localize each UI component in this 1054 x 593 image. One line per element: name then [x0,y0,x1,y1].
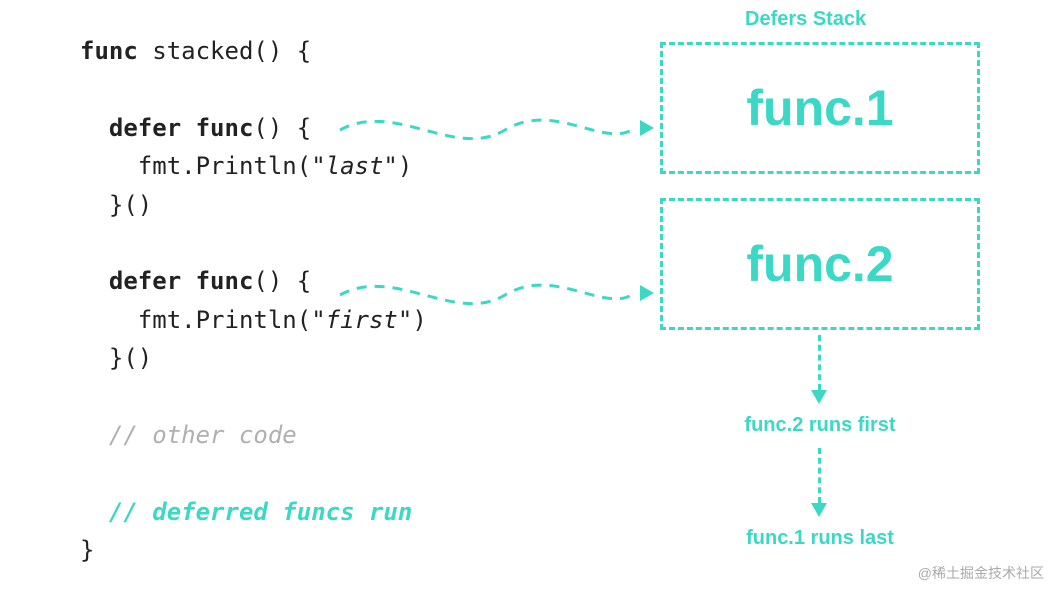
comment-other-code: // other code [80,421,297,449]
defer2-body-pre: fmt.Println( [80,306,311,334]
stack-item-func1: func.1 [746,79,893,137]
keyword-defer-1: defer func [109,114,254,142]
comment-deferred-run: // deferred funcs run [80,498,412,526]
stack-item-func2: func.2 [746,235,893,293]
arrow-defer2-to-stack [335,265,655,325]
defer1-body-pre: fmt.Println( [80,152,311,180]
defer1-paren: () { [253,114,311,142]
arrowhead-down-1 [811,390,827,404]
defer2-close: }() [80,344,152,372]
defer1-close: }() [80,191,152,219]
watermark: @稀土掘金技术社区 [918,563,1044,583]
defer2-paren: () { [253,267,311,295]
arrow-defer1-to-stack [335,100,655,160]
keyword-func: func [80,37,138,65]
closing-brace: } [80,536,94,564]
stack-box-func2: func.2 [660,198,980,330]
func-name: stacked() { [138,37,311,65]
arrowhead-2 [640,285,654,301]
arrowhead-1 [640,120,654,136]
exec-label-last: func.1 runs last [740,527,900,550]
arrowhead-down-2 [811,503,827,517]
arrow-exec1-to-exec2 [818,448,821,503]
keyword-defer-2: defer func [109,267,254,295]
arrow-stack-to-exec1 [818,335,821,390]
stack-title: Defers Stack [745,8,866,31]
stack-box-func1: func.1 [660,42,980,174]
exec-label-first: func.2 runs first [740,414,900,437]
